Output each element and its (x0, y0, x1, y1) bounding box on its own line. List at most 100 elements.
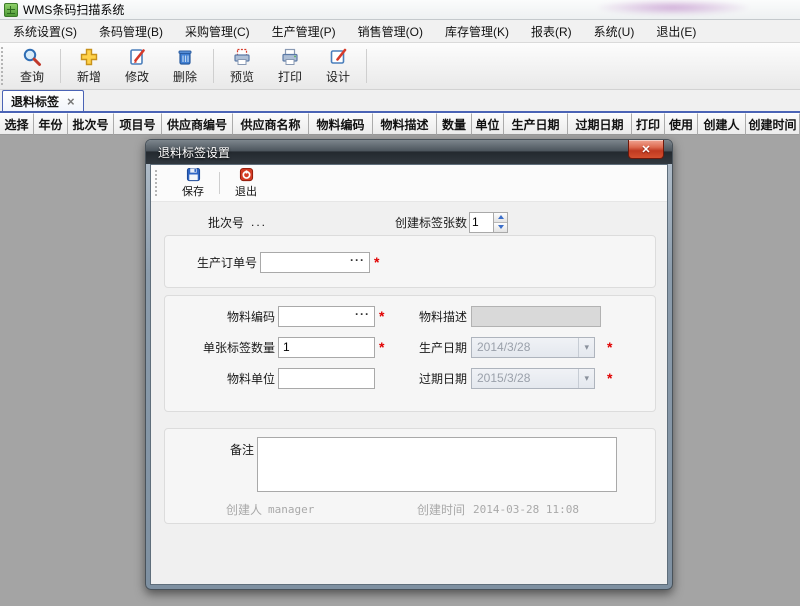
production-date-label: 生产日期 (405, 339, 467, 356)
column-qty[interactable]: 数量 (437, 113, 472, 135)
menu-production-mgmt[interactable]: 生产管理(P) (261, 20, 347, 43)
main-toolbar: 查询 新增 修改 删除 预览 (0, 43, 800, 90)
column-year[interactable]: 年份 (34, 113, 68, 135)
toolbar-separator (213, 49, 214, 83)
label-count-input[interactable] (469, 212, 493, 233)
menu-system[interactable]: 系统(U) (583, 20, 646, 43)
toolbar-separator (366, 49, 367, 83)
column-create-time[interactable]: 创建时间 (746, 113, 800, 135)
tab-return-material-label[interactable]: 退料标签 × (2, 90, 84, 111)
production-order-row: 生产订单号 ··· * (165, 251, 655, 273)
toolbar-query-button[interactable]: 查询 (8, 43, 56, 89)
menu-barcode-mgmt[interactable]: 条码管理(B) (88, 20, 174, 43)
remarks-textarea[interactable] (257, 437, 617, 492)
column-supplier-name[interactable]: 供应商名称 (233, 113, 309, 135)
exit-icon (239, 167, 254, 182)
production-order-input[interactable] (261, 254, 348, 271)
save-icon (186, 167, 201, 182)
spin-down-button[interactable] (494, 222, 507, 232)
save-button[interactable]: 保存 (171, 165, 215, 201)
menu-purchase-mgmt[interactable]: 采购管理(C) (174, 20, 261, 43)
arrow-down-icon (498, 225, 504, 229)
material-group: 物料编码 ··· * 物料描述 单张标签数量 * 生产日期 2 (164, 295, 656, 412)
column-unit[interactable]: 单位 (472, 113, 504, 135)
required-marker: * (379, 339, 384, 355)
column-batch-no[interactable]: 批次号 (68, 113, 114, 135)
material-desc-field (471, 306, 601, 327)
creator-label: 创建人 (165, 501, 262, 518)
trash-icon (175, 47, 195, 67)
menu-system-settings[interactable]: 系统设置(S) (2, 20, 88, 43)
expiry-date-combo: 2015/3/28 ▾ (471, 368, 595, 389)
required-marker: * (374, 254, 379, 270)
expiry-date-value: 2015/3/28 (477, 371, 530, 385)
production-order-lookup: ··· (260, 252, 370, 273)
column-print[interactable]: 打印 (632, 113, 665, 135)
required-marker: * (607, 339, 612, 355)
tab-close-icon[interactable]: × (67, 95, 75, 108)
column-material-code[interactable]: 物料编码 (309, 113, 373, 135)
material-unit-row: 物料单位 过期日期 2015/3/28 ▾ * (165, 367, 655, 389)
required-marker: * (379, 308, 384, 324)
created-time-value: 2014-03-28 11:08 (473, 503, 579, 516)
per-label-qty-label: 单张标签数量 (165, 339, 275, 356)
edit-icon (127, 47, 147, 67)
toolbar-print-label: 打印 (278, 68, 302, 85)
expiry-date-label: 过期日期 (405, 370, 467, 387)
tab-strip: 退料标签 × (0, 90, 800, 113)
dialog-toolbar-separator (219, 172, 220, 194)
column-material-desc[interactable]: 物料描述 (373, 113, 437, 135)
menu-reports[interactable]: 报表(R) (520, 20, 583, 43)
toolbar-preview-button[interactable]: 预览 (218, 43, 266, 89)
toolbar-design-button[interactable]: 设计 (314, 43, 362, 89)
grid-header-row: 选择 年份 批次号 项目号 供应商编号 供应商名称 物料编码 物料描述 数量 单… (0, 113, 800, 135)
column-use[interactable]: 使用 (665, 113, 698, 135)
lookup-ellipsis-button[interactable]: ··· (348, 253, 369, 271)
material-code-input[interactable] (279, 308, 353, 325)
material-code-lookup: ··· (278, 306, 375, 327)
spin-up-button[interactable] (494, 213, 507, 222)
dialog-toolbar: 保存 退出 (151, 165, 667, 202)
toolbar-print-button[interactable]: 打印 (266, 43, 314, 89)
dialog-close-button[interactable]: ✕ (628, 140, 664, 159)
column-supplier-code[interactable]: 供应商编号 (162, 113, 233, 135)
column-production-date[interactable]: 生产日期 (504, 113, 568, 135)
exit-label: 退出 (235, 183, 257, 199)
column-select[interactable]: 选择 (0, 113, 34, 135)
dialog-toolbar-grip (155, 170, 161, 196)
toolbar-delete-button[interactable]: 删除 (161, 43, 209, 89)
lookup-ellipsis-button[interactable]: ··· (353, 307, 374, 325)
menu-sales-mgmt[interactable]: 销售管理(O) (347, 20, 434, 43)
menu-exit[interactable]: 退出(E) (645, 20, 707, 43)
toolbar-preview-label: 预览 (230, 68, 254, 85)
printer-icon (280, 47, 300, 67)
production-order-label: 生产订单号 (165, 254, 257, 271)
column-project-no[interactable]: 项目号 (114, 113, 162, 135)
save-label: 保存 (182, 183, 204, 199)
material-unit-input[interactable] (278, 368, 375, 389)
chevron-down-icon[interactable]: ▾ (578, 369, 594, 388)
column-expiry-date[interactable]: 过期日期 (568, 113, 632, 135)
production-date-combo: 2014/3/28 ▾ (471, 337, 595, 358)
production-date-value: 2014/3/28 (477, 340, 530, 354)
toolbar-add-label: 新增 (77, 68, 101, 85)
toolbar-delete-label: 删除 (173, 68, 197, 85)
menu-inventory-mgmt[interactable]: 库存管理(K) (434, 20, 520, 43)
toolbar-edit-label: 修改 (125, 68, 149, 85)
toolbar-add-button[interactable]: 新增 (65, 43, 113, 89)
column-creator[interactable]: 创建人 (698, 113, 746, 135)
toolbar-edit-button[interactable]: 修改 (113, 43, 161, 89)
dialog-body: 保存 退出 批次号 ... 创建标签张数 (150, 164, 668, 585)
chevron-down-icon[interactable]: ▾ (578, 338, 594, 357)
per-label-qty-input[interactable] (278, 337, 375, 358)
per-label-qty-row: 单张标签数量 * 生产日期 2014/3/28 ▾ * (165, 336, 655, 358)
material-unit-label: 物料单位 (165, 370, 275, 387)
batch-row: 批次号 ... 创建标签张数 (151, 211, 667, 233)
remarks-label: 备注 (165, 437, 254, 458)
exit-button[interactable]: 退出 (224, 165, 268, 201)
window-titlebar: WMS条码扫描系统 (0, 0, 800, 20)
label-count-label: 创建标签张数 (331, 214, 467, 231)
material-code-label: 物料编码 (165, 308, 275, 325)
remarks-row: 备注 (165, 437, 655, 492)
dialog-titlebar[interactable]: 退料标签设置 ✕ (146, 140, 672, 164)
